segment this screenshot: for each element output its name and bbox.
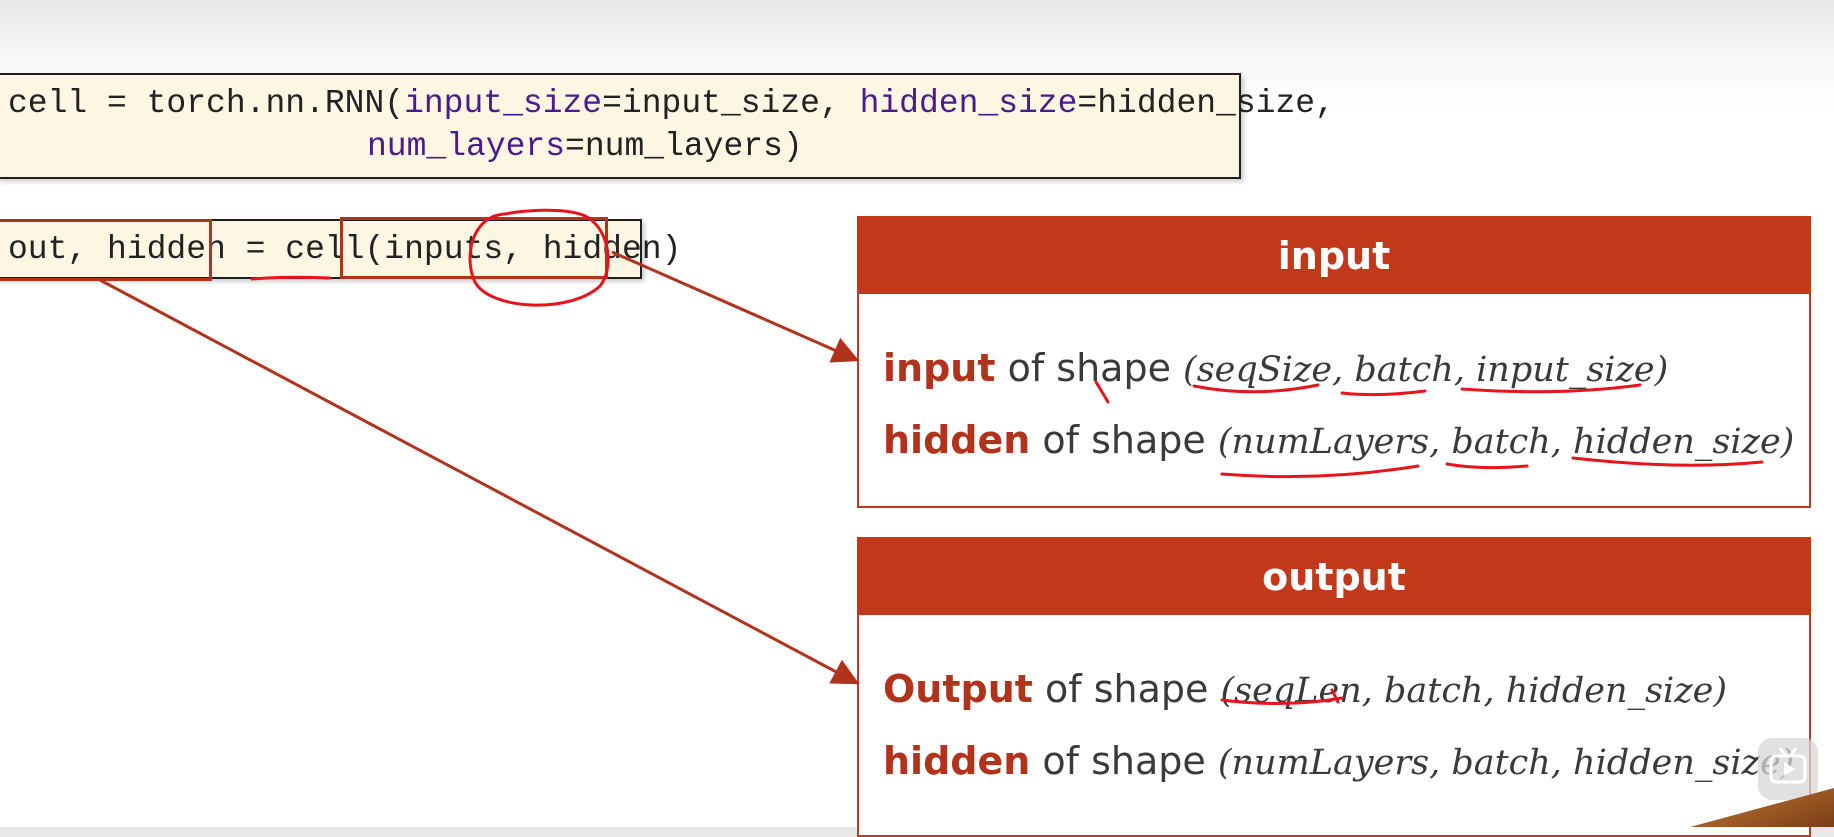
output-panel-title: output [859,539,1809,615]
row-text: of shape [1030,418,1218,462]
row-args: (seqLen, batch, hidden_size) [1220,671,1727,711]
row-keyword: Output [883,667,1033,711]
code-keyword: num_layers [367,128,566,165]
row-keyword: input [883,346,996,390]
code-keyword: hidden_size [859,85,1078,122]
code-text: =input_size, [602,85,860,122]
input-row: input of shape (seqSize, batch, input_si… [883,346,1668,390]
code-text: =num_layers) [565,128,803,165]
play-icon [1769,747,1807,784]
code-text: =hidden_size, [1077,85,1335,122]
row-keyword: hidden [883,418,1031,462]
row-args: (numLayers, batch, hidden_size) [1217,422,1795,462]
input-panel-title: input [859,218,1809,294]
row-text: of shape [995,346,1184,390]
code-rnn-constructor: cell = torch.nn.RNN(input_size=input_siz… [0,73,1335,179]
output-panel: output Output of shape (seqLen, batch, h… [857,537,1811,837]
highlight-outputs-box [0,219,212,281]
hidden-out-row: hidden of shape (numLayers, batch, hidde… [883,739,1794,783]
code-text: cell = torch.nn.RNN( [8,85,405,122]
code-line-2: num_layers=num_layers) [367,128,803,165]
hidden-row: hidden of shape (numLayers, batch, hidde… [883,418,1794,462]
input-panel: input input of shape (seqSize, batch, in… [857,216,1811,508]
video-play-overlay[interactable] [1758,738,1818,800]
code-text: = [225,231,286,268]
arrow-to-input-panel [611,250,860,363]
code-text: ) [661,231,682,268]
row-args: (numLayers, batch, hidden_size) [1217,743,1795,783]
row-keyword: hidden [883,739,1031,783]
row-text: of shape [1032,667,1221,711]
code-line-1: cell = torch.nn.RNN(input_size=input_siz… [8,85,1335,122]
row-args: (seqSize, batch, input_size) [1183,350,1669,390]
arrow-to-output-panel [99,278,860,685]
row-text: of shape [1030,739,1218,783]
output-row: Output of shape (seqLen, batch, hidden_s… [883,667,1727,711]
highlight-args-box [340,217,608,279]
code-keyword: input_size [404,85,603,122]
